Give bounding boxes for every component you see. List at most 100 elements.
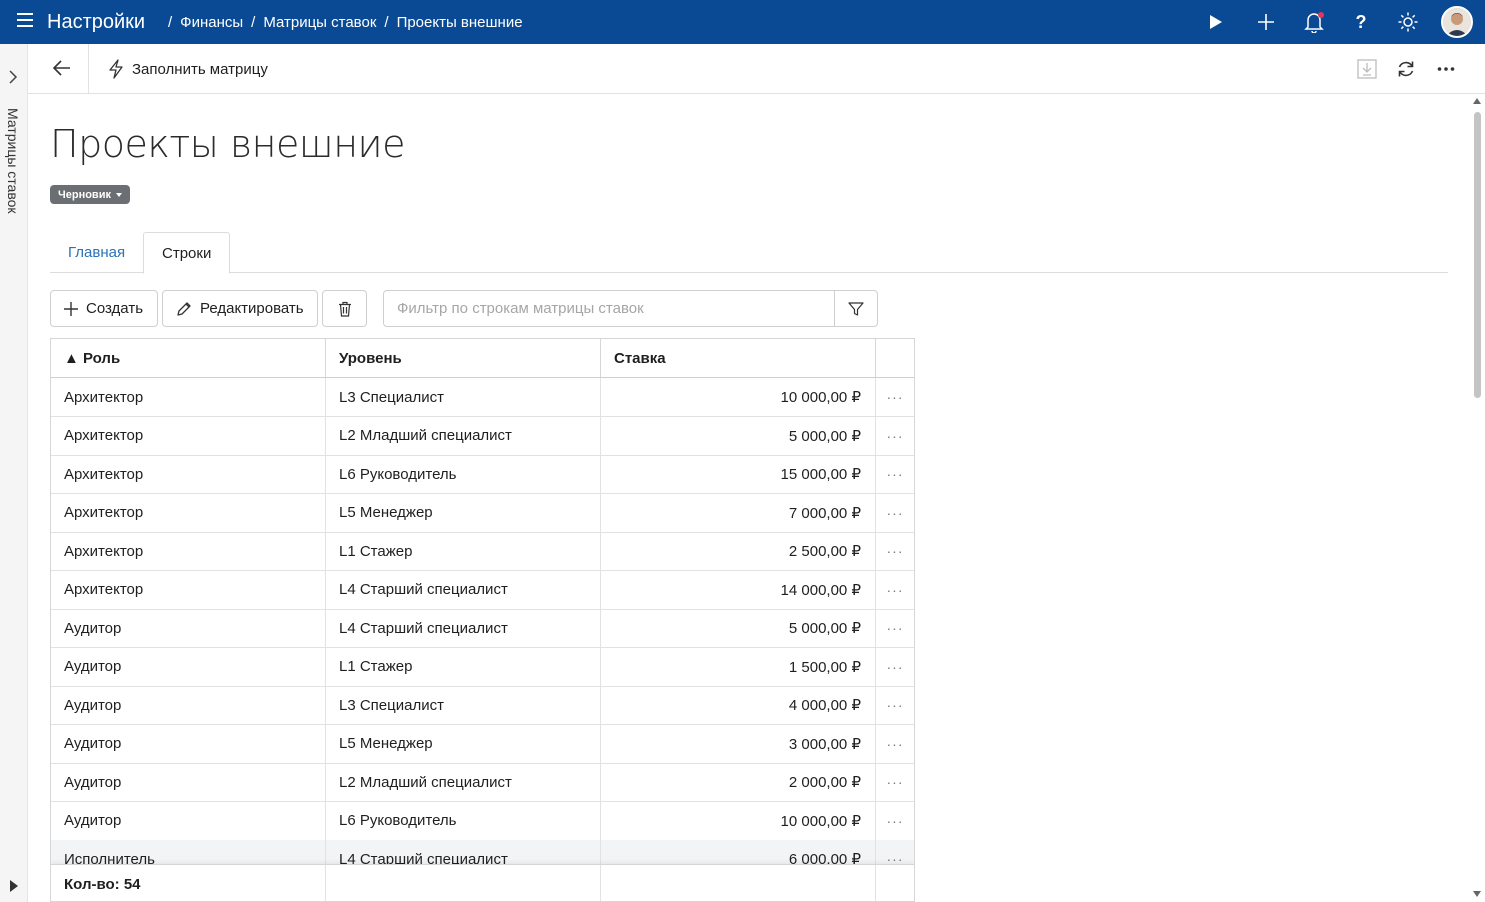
breadcrumb-rate-matrices[interactable]: Матрицы ставок bbox=[263, 14, 376, 31]
bell-icon[interactable] bbox=[1302, 10, 1326, 34]
download-icon[interactable] bbox=[1356, 58, 1378, 80]
plus-icon[interactable] bbox=[1254, 10, 1278, 34]
cell-level: L4 Старший специалист bbox=[326, 609, 601, 647]
menu-icon[interactable] bbox=[17, 13, 33, 27]
vertical-scrollbar[interactable] bbox=[1470, 94, 1485, 902]
breadcrumb-separator: / bbox=[384, 14, 389, 31]
filter-icon[interactable] bbox=[834, 291, 877, 326]
table-row[interactable]: Аудитор L6 Руководитель 10 000,00 ₽ ··· bbox=[51, 801, 914, 841]
breadcrumb-separator: / bbox=[168, 14, 173, 31]
trash-icon bbox=[338, 301, 351, 317]
tab-main[interactable]: Главная bbox=[50, 232, 143, 273]
fill-matrix-button[interactable]: Заполнить матрицу bbox=[108, 57, 268, 81]
cell-role: Аудитор bbox=[51, 686, 326, 724]
sun-icon[interactable] bbox=[1396, 10, 1420, 34]
filter-input[interactable] bbox=[384, 291, 836, 326]
tab-rows[interactable]: Строки bbox=[143, 232, 231, 274]
column-header-role[interactable]: ▲ Роль bbox=[51, 339, 326, 377]
footer-cell bbox=[601, 865, 876, 901]
cell-role: Архитектор bbox=[51, 532, 326, 570]
cell-rate: 7 000,00 ₽ bbox=[601, 493, 876, 532]
row-actions-button[interactable]: ··· bbox=[876, 609, 914, 647]
breadcrumb-finance[interactable]: Финансы bbox=[180, 14, 243, 31]
row-actions-button[interactable]: ··· bbox=[876, 725, 914, 763]
filter-box bbox=[383, 290, 878, 327]
top-bar: Настройки / Финансы / Матрицы ставок / П… bbox=[0, 0, 1485, 44]
cell-rate: 3 000,00 ₽ bbox=[601, 724, 876, 763]
delete-button[interactable] bbox=[322, 290, 367, 327]
table-row[interactable]: Архитектор L3 Специалист 10 000,00 ₽ ··· bbox=[51, 378, 914, 417]
table-row[interactable]: Архитектор L5 Менеджер 7 000,00 ₽ ··· bbox=[51, 493, 914, 533]
table-row[interactable]: Архитектор L1 Стажер 2 500,00 ₽ ··· bbox=[51, 532, 914, 571]
row-count: Кол-во: 54 bbox=[51, 865, 326, 901]
row-actions-button[interactable]: ··· bbox=[876, 532, 914, 570]
scroll-thumb[interactable] bbox=[1474, 112, 1481, 398]
lightning-icon bbox=[109, 59, 123, 79]
cell-role: Аудитор bbox=[51, 609, 326, 647]
cell-level: L1 Стажер bbox=[326, 532, 601, 570]
more-options-icon[interactable] bbox=[1435, 58, 1457, 80]
status-badge[interactable]: Черновик bbox=[50, 185, 130, 204]
footer-cell bbox=[326, 865, 601, 901]
chevron-right-icon[interactable] bbox=[8, 70, 18, 87]
cell-role: Аудитор bbox=[51, 801, 326, 840]
table-row[interactable]: Аудитор L4 Старший специалист 5 000,00 ₽ ··… bbox=[51, 609, 914, 648]
cell-rate: 1 500,00 ₽ bbox=[601, 647, 876, 686]
row-actions-button[interactable]: ··· bbox=[876, 648, 914, 686]
table-row[interactable]: Аудитор L2 Младший специалист 2 000,00 ₽ ··… bbox=[51, 763, 914, 802]
play-icon[interactable] bbox=[1204, 10, 1228, 34]
side-panel-label[interactable]: Матрицы ставок bbox=[5, 108, 21, 214]
cell-rate: 14 000,00 ₽ bbox=[601, 570, 876, 609]
play-icon[interactable] bbox=[10, 880, 18, 892]
column-header-rate[interactable]: Ставка bbox=[601, 339, 876, 377]
cell-rate: 2 500,00 ₽ bbox=[601, 532, 876, 570]
table-row[interactable]: Архитектор L2 Младший специалист 5 000,00 … bbox=[51, 416, 914, 456]
edit-button[interactable]: Редактировать bbox=[162, 290, 318, 327]
row-actions-button[interactable]: ··· bbox=[876, 378, 914, 416]
cell-role: Архитектор bbox=[51, 455, 326, 493]
scroll-down-icon[interactable] bbox=[1473, 891, 1481, 897]
cell-rate: 5 000,00 ₽ bbox=[601, 416, 876, 455]
table-row[interactable]: Аудитор L1 Стажер 1 500,00 ₽ ··· bbox=[51, 647, 914, 687]
table-row[interactable]: Архитектор L6 Руководитель 15 000,00 ₽ ··· bbox=[51, 455, 914, 494]
back-arrow-icon[interactable] bbox=[52, 58, 76, 80]
scroll-up-icon[interactable] bbox=[1473, 98, 1481, 104]
row-actions-button[interactable]: ··· bbox=[876, 686, 914, 724]
cell-role: Аудитор bbox=[51, 724, 326, 763]
row-actions-button[interactable]: ··· bbox=[876, 763, 914, 801]
help-icon[interactable]: ? bbox=[1349, 10, 1373, 34]
cell-rate: 10 000,00 ₽ bbox=[601, 378, 876, 416]
row-actions-button[interactable]: ··· bbox=[876, 417, 914, 455]
pencil-icon bbox=[177, 301, 191, 316]
cell-role: Аудитор bbox=[51, 647, 326, 686]
cell-rate: 2 000,00 ₽ bbox=[601, 763, 876, 801]
column-header-level[interactable]: Уровень bbox=[326, 339, 601, 377]
table-row[interactable]: Архитектор L4 Старший специалист 14 000,00… bbox=[51, 570, 914, 610]
row-actions-button[interactable]: ··· bbox=[876, 494, 914, 532]
row-actions-button[interactable]: ··· bbox=[876, 571, 914, 609]
cell-level: L6 Руководитель bbox=[326, 455, 601, 493]
status-label: Черновик bbox=[58, 188, 111, 201]
tab-bar: Главная Строки bbox=[50, 232, 1448, 274]
create-label: Создать bbox=[86, 300, 144, 317]
plus-icon bbox=[64, 301, 78, 316]
edit-label: Редактировать bbox=[200, 300, 304, 317]
app-title[interactable]: Настройки bbox=[47, 11, 145, 34]
create-button[interactable]: Создать bbox=[50, 290, 158, 327]
cell-rate: 5 000,00 ₽ bbox=[601, 609, 876, 647]
table-row[interactable]: Аудитор L3 Специалист 4 000,00 ₽ ··· bbox=[51, 686, 914, 725]
cell-level: L3 Специалист bbox=[326, 378, 601, 416]
row-actions-button[interactable]: ··· bbox=[876, 802, 914, 840]
breadcrumb-current[interactable]: Проекты внешние bbox=[397, 14, 523, 31]
refresh-icon[interactable] bbox=[1395, 58, 1417, 80]
cell-role: Архитектор bbox=[51, 378, 326, 416]
cell-level: L5 Менеджер bbox=[326, 724, 601, 763]
cell-rate: 15 000,00 ₽ bbox=[601, 455, 876, 493]
table-row[interactable]: Аудитор L5 Менеджер 3 000,00 ₽ ··· bbox=[51, 724, 914, 764]
caret-down-icon bbox=[115, 192, 122, 197]
cell-level: L2 Младший специалист bbox=[326, 416, 601, 455]
cell-rate: 10 000,00 ₽ bbox=[601, 801, 876, 840]
row-actions-button[interactable]: ··· bbox=[876, 455, 914, 493]
table-header: ▲ Роль Уровень Ставка bbox=[51, 339, 914, 378]
avatar[interactable] bbox=[1441, 6, 1473, 38]
